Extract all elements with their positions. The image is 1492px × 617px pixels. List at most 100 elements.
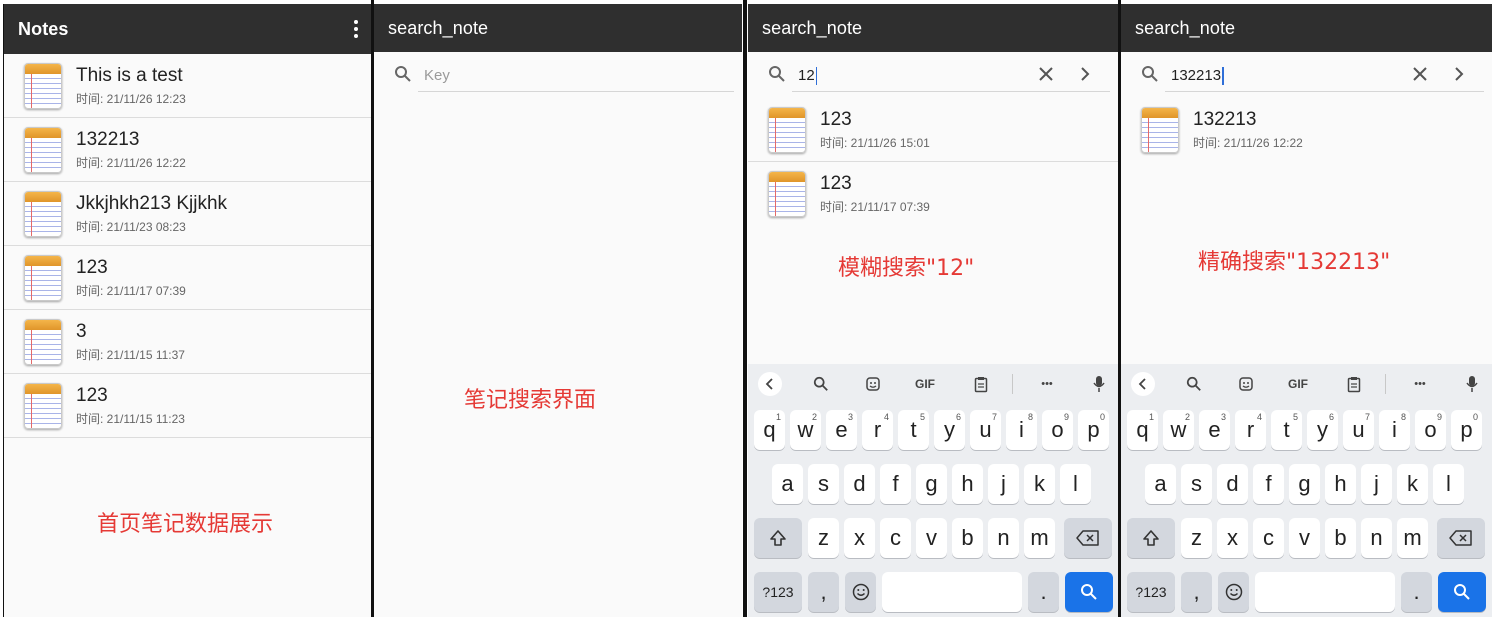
key-c[interactable]: c — [880, 518, 911, 558]
chevron-left-icon[interactable] — [758, 372, 782, 396]
key-e[interactable]: e3 — [826, 410, 857, 450]
key-m[interactable]: m — [1024, 518, 1055, 558]
key-t[interactable]: t5 — [898, 410, 929, 450]
key-x[interactable]: x — [1217, 518, 1248, 558]
shift-icon[interactable] — [1127, 518, 1175, 558]
key-w[interactable]: w2 — [790, 410, 821, 450]
note-list-item[interactable]: 132213 时间: 21/11/26 12:22 — [4, 118, 371, 182]
key-c[interactable]: c — [1253, 518, 1284, 558]
note-list-item[interactable]: 123 时间: 21/11/15 11:23 — [4, 374, 371, 438]
sticker-icon[interactable] — [862, 372, 884, 396]
key-n[interactable]: n — [1361, 518, 1392, 558]
overflow-menu-icon[interactable] — [353, 20, 359, 38]
result-list-item[interactable]: 132213 时间: 21/11/26 12:22 — [1121, 98, 1492, 162]
key-q[interactable]: q1 — [754, 410, 785, 450]
key-l[interactable]: l — [1060, 464, 1091, 504]
key-i[interactable]: i8 — [1006, 410, 1037, 450]
search-input[interactable]: 12 — [792, 60, 1110, 92]
key-g[interactable]: g — [1289, 464, 1320, 504]
note-list-item[interactable]: 3 时间: 21/11/15 11:37 — [4, 310, 371, 374]
result-list-item[interactable]: 123 时间: 21/11/26 15:01 — [748, 98, 1118, 162]
key-w[interactable]: w2 — [1163, 410, 1194, 450]
microphone-icon[interactable] — [1088, 372, 1110, 396]
space-key[interactable] — [1255, 572, 1395, 612]
key-e[interactable]: e3 — [1199, 410, 1230, 450]
key-i[interactable]: i8 — [1379, 410, 1410, 450]
key-s[interactable]: s — [1181, 464, 1212, 504]
key-n[interactable]: n — [988, 518, 1019, 558]
chevron-right-icon[interactable] — [1078, 66, 1092, 82]
search-key-icon[interactable] — [1065, 572, 1113, 612]
sticker-icon[interactable] — [1235, 372, 1257, 396]
key-u[interactable]: u7 — [970, 410, 1001, 450]
chevron-right-icon[interactable] — [1452, 66, 1466, 82]
key-h[interactable]: h — [952, 464, 983, 504]
key-m[interactable]: m — [1397, 518, 1428, 558]
key-u[interactable]: u7 — [1343, 410, 1374, 450]
key-j[interactable]: j — [1361, 464, 1392, 504]
result-list-item[interactable]: 123 时间: 21/11/17 07:39 — [748, 162, 1118, 226]
period-key[interactable]: . — [1401, 572, 1432, 612]
key-a[interactable]: a — [772, 464, 803, 504]
key-x[interactable]: x — [844, 518, 875, 558]
key-a[interactable]: a — [1145, 464, 1176, 504]
search-key-icon[interactable] — [1438, 572, 1486, 612]
key-j[interactable]: j — [988, 464, 1019, 504]
key-d[interactable]: d — [844, 464, 875, 504]
key-r[interactable]: r4 — [1235, 410, 1266, 450]
note-list-item[interactable]: Jkkjhkh213 Kjjkhk 时间: 21/11/23 08:23 — [4, 182, 371, 246]
key-s[interactable]: s — [808, 464, 839, 504]
space-key[interactable] — [882, 572, 1022, 612]
keyboard-row-3: z x c v b n m — [748, 518, 1118, 562]
key-o[interactable]: o9 — [1042, 410, 1073, 450]
key-p[interactable]: p0 — [1078, 410, 1109, 450]
more-button[interactable]: ••• — [1405, 372, 1435, 396]
note-list-item[interactable]: 123 时间: 21/11/17 07:39 — [4, 246, 371, 310]
key-y[interactable]: y6 — [1307, 410, 1338, 450]
comma-key[interactable]: , — [1181, 572, 1212, 612]
gif-button[interactable]: GIF — [910, 372, 940, 396]
symbols-key[interactable]: ?123 — [754, 572, 802, 612]
key-k[interactable]: k — [1024, 464, 1055, 504]
microphone-icon[interactable] — [1461, 372, 1483, 396]
comma-key[interactable]: , — [808, 572, 839, 612]
key-f[interactable]: f — [1253, 464, 1284, 504]
symbols-key[interactable]: ?123 — [1127, 572, 1175, 612]
emoji-icon[interactable] — [845, 572, 876, 612]
key-l[interactable]: l — [1433, 464, 1464, 504]
backspace-icon[interactable] — [1064, 518, 1112, 558]
key-g[interactable]: g — [916, 464, 947, 504]
search-input[interactable]: 132213 — [1165, 60, 1484, 92]
key-q[interactable]: q1 — [1127, 410, 1158, 450]
key-d[interactable]: d — [1217, 464, 1248, 504]
chevron-left-icon[interactable] — [1131, 372, 1155, 396]
key-r[interactable]: r4 — [862, 410, 893, 450]
key-y[interactable]: y6 — [934, 410, 965, 450]
key-b[interactable]: b — [1325, 518, 1356, 558]
clipboard-icon[interactable] — [970, 372, 992, 396]
more-button[interactable]: ••• — [1032, 372, 1062, 396]
search-icon[interactable] — [1183, 372, 1205, 396]
note-list-item[interactable]: This is a test 时间: 21/11/26 12:23 — [4, 54, 371, 118]
close-icon[interactable] — [1412, 66, 1428, 82]
key-h[interactable]: h — [1325, 464, 1356, 504]
key-o[interactable]: o9 — [1415, 410, 1446, 450]
key-f[interactable]: f — [880, 464, 911, 504]
key-p[interactable]: p0 — [1451, 410, 1482, 450]
key-z[interactable]: z — [1181, 518, 1212, 558]
backspace-icon[interactable] — [1437, 518, 1485, 558]
period-key[interactable]: . — [1028, 572, 1059, 612]
key-v[interactable]: v — [916, 518, 947, 558]
key-k[interactable]: k — [1397, 464, 1428, 504]
key-v[interactable]: v — [1289, 518, 1320, 558]
shift-icon[interactable] — [754, 518, 802, 558]
key-z[interactable]: z — [808, 518, 839, 558]
gif-button[interactable]: GIF — [1283, 372, 1313, 396]
clipboard-icon[interactable] — [1343, 372, 1365, 396]
emoji-icon[interactable] — [1218, 572, 1249, 612]
key-b[interactable]: b — [952, 518, 983, 558]
key-t[interactable]: t5 — [1271, 410, 1302, 450]
search-icon[interactable] — [810, 372, 832, 396]
close-icon[interactable] — [1038, 66, 1054, 82]
search-input[interactable]: Key — [418, 60, 734, 92]
